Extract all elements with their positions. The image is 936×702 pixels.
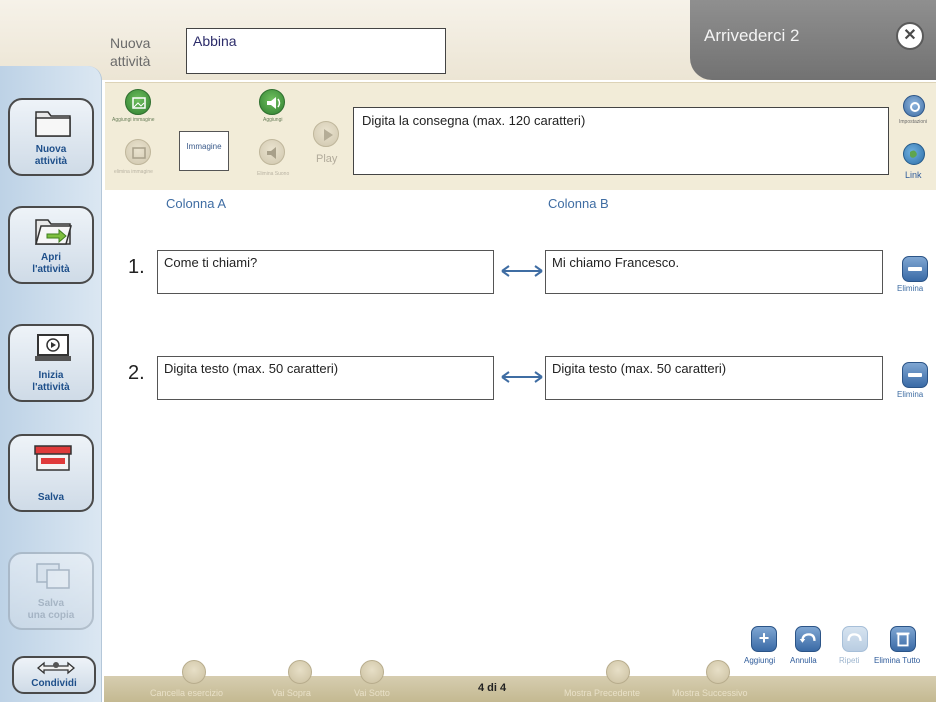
- redo-label: Ripeti: [839, 656, 860, 665]
- delete-exercise-icon[interactable]: [182, 660, 206, 684]
- bottom-bar: [104, 676, 936, 702]
- show-previous-label: Mostra Precedente: [564, 688, 641, 698]
- add-image-icon[interactable]: [125, 89, 151, 115]
- delete-row-label: Elimina: [897, 284, 924, 293]
- add-image-label: Aggiungi immagine: [112, 117, 155, 123]
- column-a-header: Colonna A: [166, 196, 226, 211]
- row-number: 1.: [128, 256, 145, 278]
- delete-all-button[interactable]: [890, 626, 916, 652]
- delete-row-button[interactable]: [902, 362, 928, 388]
- close-button[interactable]: ✕: [896, 22, 924, 50]
- remove-sound-icon[interactable]: [259, 139, 285, 165]
- add-sound-icon[interactable]: [259, 89, 285, 115]
- new-activity-label: Nuova attività: [110, 35, 151, 69]
- show-next-label: Mostra Successivo: [672, 688, 748, 698]
- remove-image-icon[interactable]: [125, 139, 151, 165]
- plus-icon: +: [758, 628, 770, 648]
- delete-row-button[interactable]: [902, 256, 928, 282]
- top-bar: Nuova attività Abbina Arrivederci 2 ✕: [0, 0, 936, 80]
- image-placeholder-box[interactable]: Immagine: [179, 131, 229, 171]
- move-down-label: Vai Sotto: [354, 688, 390, 698]
- undo-icon: [799, 633, 816, 643]
- remove-image-label: elimina immagine: [114, 169, 153, 175]
- folder-icon: [35, 111, 71, 137]
- double-arrow-icon: [501, 265, 543, 277]
- window-title: Arrivederci 2: [704, 26, 800, 45]
- add-label: Aggiungi: [744, 656, 776, 665]
- sidebar-start-activity-button[interactable]: Inizia l'attività: [8, 324, 94, 402]
- row-number: 2.: [128, 362, 145, 384]
- activity-title-input[interactable]: Abbina: [186, 28, 446, 74]
- sidebar-save-copy-button[interactable]: Salva una copia: [8, 552, 94, 630]
- double-arrow-icon: [501, 371, 543, 383]
- add-sound-label: Aggiungi: [263, 117, 283, 123]
- redo-button[interactable]: [842, 626, 868, 652]
- column-b-header: Colonna B: [548, 196, 609, 211]
- trash-icon: [896, 632, 910, 647]
- move-down-icon[interactable]: [360, 660, 384, 684]
- column-a-input[interactable]: Come ti chiami?: [157, 250, 494, 294]
- window-title-panel: Arrivederci 2 ✕: [690, 0, 936, 80]
- link-label: Link: [905, 170, 922, 180]
- save-copy-icon: [36, 563, 70, 589]
- minus-icon: [908, 267, 922, 271]
- save-box-icon: [34, 445, 72, 471]
- show-next-icon[interactable]: [706, 660, 730, 684]
- left-sidebar: Nuova attività Apri l'attività Inizia l'att…: [0, 66, 102, 702]
- play-label: Play: [316, 153, 338, 165]
- sidebar-save-button[interactable]: Salva: [8, 434, 94, 512]
- redo-icon: [847, 633, 862, 641]
- play-icon[interactable]: [313, 121, 339, 147]
- undo-button[interactable]: [795, 626, 821, 652]
- share-arrows-icon: [36, 661, 76, 675]
- move-up-icon[interactable]: [288, 660, 312, 684]
- sidebar-share-button[interactable]: Condividi: [12, 656, 96, 694]
- undo-label: Annulla: [790, 656, 817, 665]
- column-b-input[interactable]: Digita testo (max. 50 caratteri): [545, 356, 883, 400]
- delete-exercise-label: Cancella esercizio: [150, 688, 224, 698]
- add-button[interactable]: +: [751, 626, 777, 652]
- instruction-input[interactable]: Digita la consegna (max. 120 caratteri): [353, 107, 889, 175]
- globe-link-icon[interactable]: [903, 143, 925, 165]
- play-screen-icon: [35, 334, 71, 361]
- open-folder-icon: [35, 219, 72, 245]
- settings-label: Impostazioni: [899, 119, 928, 125]
- move-up-label: Vai Sopra: [272, 688, 311, 698]
- activity-toolbar: Aggiungi immagine elimina immagine Immag…: [105, 82, 936, 190]
- sidebar-open-activity-button[interactable]: Apri l'attività: [8, 206, 94, 284]
- minus-icon: [908, 373, 922, 377]
- column-a-input[interactable]: Digita testo (max. 50 caratteri): [157, 356, 494, 400]
- sidebar-new-activity-button[interactable]: Nuova attività: [8, 98, 94, 176]
- show-previous-icon[interactable]: [606, 660, 630, 684]
- page-indicator: 4 di 4: [478, 682, 507, 694]
- delete-row-label: Elimina: [897, 390, 924, 399]
- delete-all-label: Elimina Tutto: [874, 656, 921, 665]
- column-b-input[interactable]: Mi chiamo Francesco.: [545, 250, 883, 294]
- settings-icon[interactable]: [903, 95, 925, 117]
- remove-sound-label: Elimina Suono: [257, 171, 290, 177]
